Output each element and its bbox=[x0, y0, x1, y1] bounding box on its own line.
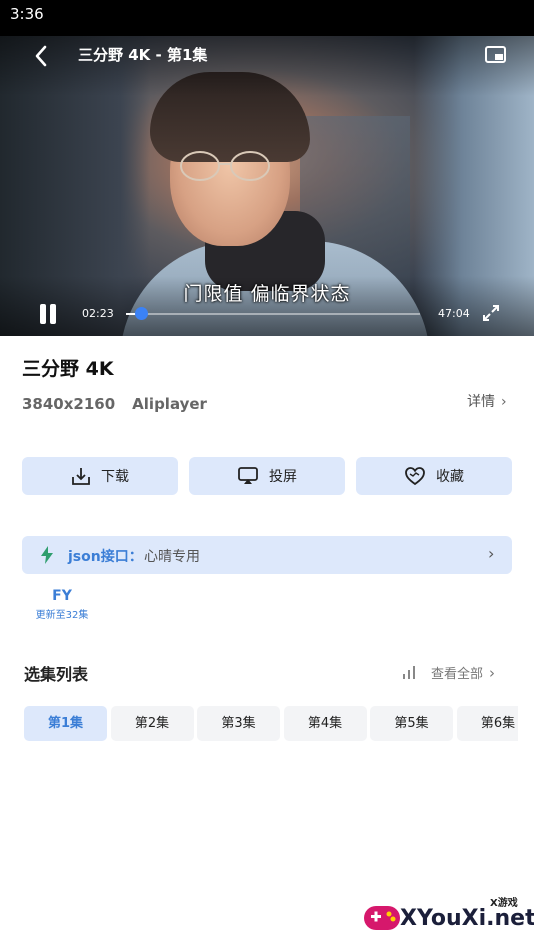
pause-icon[interactable] bbox=[38, 304, 58, 324]
progress-slider[interactable] bbox=[126, 307, 420, 320]
cast-label: 投屏 bbox=[269, 469, 297, 485]
video-figure-glasses bbox=[180, 151, 270, 181]
api-label: json接口： bbox=[68, 549, 143, 565]
download-button[interactable]: 下载 bbox=[22, 457, 178, 495]
view-all-label: 查看全部 bbox=[431, 667, 484, 682]
detail-link[interactable]: 详情 › bbox=[467, 391, 507, 411]
episode-item[interactable]: 第4集 bbox=[283, 706, 367, 741]
episode-item[interactable]: 第1集 bbox=[24, 706, 107, 741]
signal-bars-icon[interactable] bbox=[402, 665, 416, 679]
video-player[interactable]: 三分野 4K - 第1集 门限值 偏临界状态 02:23 47:04 bbox=[0, 36, 534, 336]
lightning-bolt-icon bbox=[41, 546, 53, 564]
source-name: FY bbox=[52, 588, 72, 604]
player-engine-label: Aliplayer bbox=[132, 395, 207, 413]
source-update-status: 更新至32集 bbox=[35, 610, 89, 621]
episode-list: 第1集 第2集 第3集 第4集 第5集 第6集 bbox=[24, 706, 518, 742]
status-time: 3:36 bbox=[10, 5, 44, 23]
gamepad-logo-icon bbox=[364, 906, 400, 930]
episode-item[interactable]: 第2集 bbox=[110, 706, 194, 741]
detail-label: 详情 bbox=[467, 394, 495, 410]
download-icon bbox=[72, 468, 90, 485]
heart-icon bbox=[405, 467, 425, 486]
cast-screen-icon bbox=[238, 467, 258, 484]
api-source-selector[interactable]: json接口： 心晴专用 › bbox=[22, 536, 512, 574]
progress-knob[interactable] bbox=[134, 307, 148, 320]
current-time: 02:23 bbox=[82, 307, 114, 320]
chevron-right-icon: › bbox=[489, 664, 496, 682]
favorite-button[interactable]: 收藏 bbox=[356, 457, 512, 495]
picture-in-picture-icon[interactable] bbox=[484, 44, 508, 66]
favorite-label: 收藏 bbox=[436, 469, 464, 485]
chevron-right-icon: › bbox=[488, 544, 495, 563]
view-all-episodes[interactable]: 查看全部 › bbox=[431, 663, 495, 682]
status-bar: 3:36 bbox=[0, 0, 534, 36]
total-time: 47:04 bbox=[438, 307, 470, 320]
show-title: 三分野 4K bbox=[22, 358, 114, 380]
watermark-site-text: XYouXi.net bbox=[400, 906, 534, 931]
video-title: 三分野 4K - 第1集 bbox=[78, 46, 208, 64]
video-subtitle: 门限值 偏临界状态 bbox=[183, 283, 351, 305]
chevron-right-icon: › bbox=[501, 394, 507, 410]
site-watermark: X游戏 XYouXi.net bbox=[360, 892, 534, 946]
api-name: 心晴专用 bbox=[144, 549, 200, 565]
episode-item[interactable]: 第3集 bbox=[197, 706, 280, 741]
cast-button[interactable]: 投屏 bbox=[189, 457, 345, 495]
back-arrow-icon[interactable] bbox=[28, 42, 56, 70]
episode-item[interactable]: 第6集 bbox=[456, 706, 518, 741]
resolution-label: 3840x2160 bbox=[22, 395, 116, 413]
show-meta: 3840x2160 Aliplayer bbox=[22, 395, 207, 413]
episode-item[interactable]: 第5集 bbox=[370, 706, 453, 741]
fullscreen-icon[interactable] bbox=[482, 304, 500, 322]
source-tab-fy[interactable]: FY 更新至32集 bbox=[30, 588, 94, 621]
download-label: 下载 bbox=[101, 469, 129, 485]
episode-section-title: 选集列表 bbox=[24, 665, 89, 684]
